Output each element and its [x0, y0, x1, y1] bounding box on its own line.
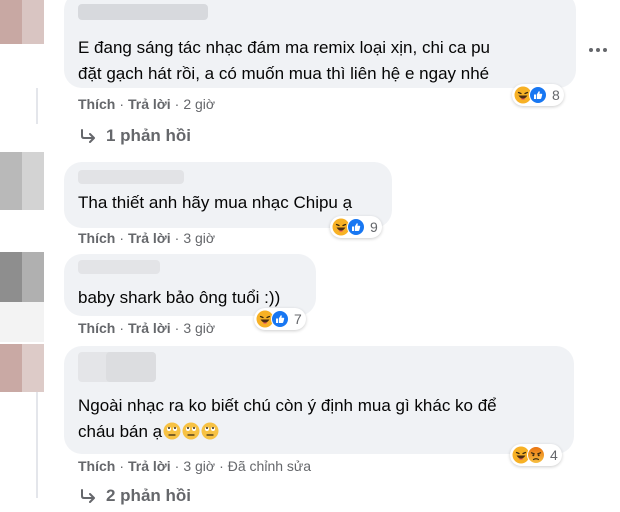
- comment-text: Tha thiết anh hãy mua nhạc Chipu ạ: [78, 193, 353, 212]
- reaction-count: 7: [294, 311, 302, 327]
- timestamp[interactable]: 3 giờ: [183, 230, 215, 246]
- comment-text: cháu bán ạ: [78, 418, 219, 446]
- reaction-count: 9: [370, 219, 378, 235]
- rolling-eyes-icon: [201, 421, 219, 440]
- reply-action[interactable]: Trả lời: [128, 96, 171, 112]
- reaction-count: 8: [552, 87, 560, 103]
- comment: baby shark bảo ông tuổi :)) 7 Thích · Tr…: [0, 252, 620, 342]
- comment: Ngoài nhạc ra ko biết chú còn ý định mua…: [0, 344, 620, 512]
- reaction-summary[interactable]: 8: [512, 84, 564, 106]
- reaction-summary[interactable]: 7: [254, 308, 306, 330]
- reply-action[interactable]: Trả lời: [128, 320, 171, 336]
- reply-arrow-icon: [81, 489, 95, 503]
- reaction-summary[interactable]: 4: [510, 444, 562, 466]
- view-replies-link[interactable]: 1 phản hồi: [80, 126, 191, 146]
- like-action[interactable]: Thích: [78, 320, 115, 336]
- like-icon: [347, 218, 365, 236]
- like-action[interactable]: Thích: [78, 458, 115, 474]
- author-name[interactable]: [78, 170, 184, 184]
- comment: E đang sáng tác nhạc đám ma remix loại x…: [0, 0, 620, 150]
- view-replies-link[interactable]: 2 phản hồi: [80, 486, 191, 506]
- like-icon: [271, 310, 289, 328]
- timestamp[interactable]: 2 giờ: [183, 96, 215, 112]
- like-icon: [529, 86, 547, 104]
- rolling-eyes-icon: [163, 421, 181, 440]
- reaction-summary[interactable]: 9: [330, 216, 382, 238]
- angry-icon: [527, 446, 545, 464]
- comment-text: Ngoài nhạc ra ko biết chú còn ý định mua…: [78, 396, 497, 415]
- reply-action[interactable]: Trả lời: [128, 230, 171, 246]
- replies-label: 2 phản hồi: [106, 486, 191, 505]
- reply-action[interactable]: Trả lời: [128, 458, 171, 474]
- author-name[interactable]: [78, 260, 160, 274]
- timestamp[interactable]: 3 giờ: [183, 458, 215, 474]
- reply-arrow-icon: [81, 129, 95, 143]
- comment-text: baby shark bảo ông tuổi :)): [78, 288, 281, 307]
- rolling-eyes-icon: [182, 421, 200, 440]
- comment-text: E đang sáng tác nhạc đám ma remix loại x…: [78, 38, 490, 57]
- replies-label: 1 phản hồi: [106, 126, 191, 145]
- like-action[interactable]: Thích: [78, 230, 115, 246]
- like-action[interactable]: Thích: [78, 96, 115, 112]
- edited-label[interactable]: Đã chỉnh sửa: [228, 458, 311, 474]
- comment: Tha thiết anh hãy mua nhạc Chipu ạ 9 Thí…: [0, 152, 620, 252]
- reaction-count: 4: [550, 447, 558, 463]
- comment-text: đặt gạch hát rồi, a có muốn mua thì liên…: [78, 64, 490, 83]
- more-options-button[interactable]: [586, 38, 610, 62]
- timestamp[interactable]: 3 giờ: [183, 320, 215, 336]
- author-name[interactable]: [78, 4, 208, 20]
